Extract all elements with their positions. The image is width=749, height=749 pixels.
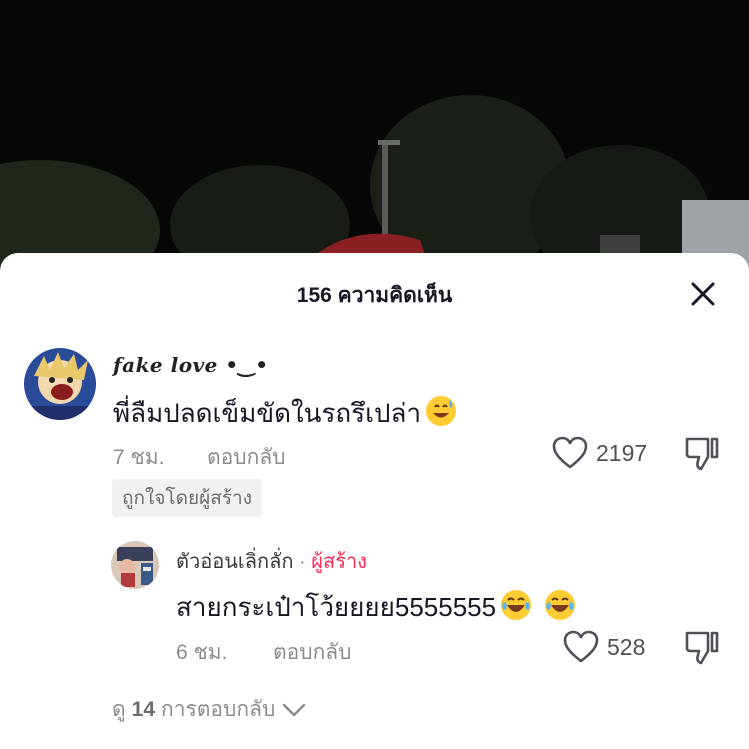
commenter-username[interactable]: fake love •‿• xyxy=(113,353,269,377)
thumbs-down-icon xyxy=(685,631,719,665)
comments-sheet: 156 ความคิดเห็น fake love •‿• พี่ลืมปลดเ… xyxy=(0,253,749,749)
separator-dot: · xyxy=(299,551,306,573)
reply-body: สายกระเป๋าโว้ยยยย5555555 xyxy=(176,592,497,622)
liked-by-creator-badge: ถูกใจโดยผู้สร้าง xyxy=(112,479,262,517)
heart-icon xyxy=(563,630,599,663)
reply-like-count: 528 xyxy=(607,633,646,660)
comment-time: 7 ชม. xyxy=(113,446,165,469)
reply-avatar[interactable] xyxy=(111,541,159,589)
reply-username-row: ตัวอ่อนเลิ่กลั่ก · ผู้สร้าง xyxy=(176,545,367,577)
comment-like-button[interactable]: 2197 xyxy=(552,435,647,471)
comment-reply-button[interactable]: ตอบกลับ xyxy=(207,441,286,474)
creator-label: ผู้สร้าง xyxy=(311,551,367,573)
chevron-down-icon xyxy=(283,703,306,716)
heart-icon xyxy=(552,436,588,469)
video-background xyxy=(0,0,749,270)
close-icon xyxy=(691,282,715,306)
grinning-sweat-emoji xyxy=(425,395,457,427)
reply-time: 6 ชม. xyxy=(176,641,228,664)
comment-text: พี่ลืมปลดเข็มขัดในรถรึเปล่า xyxy=(113,393,457,434)
view-replies-suffix: การตอบกลับ xyxy=(161,698,276,721)
reply-text: สายกระเป๋าโว้ยยยย5555555 xyxy=(176,587,576,628)
comments-count-title: 156 ความคิดเห็น xyxy=(296,284,453,307)
view-replies-prefix: ดู xyxy=(112,698,126,721)
tears-of-joy-emoji xyxy=(500,589,532,621)
reply-reply-button[interactable]: ตอบกลับ xyxy=(273,636,352,669)
thumbs-down-icon xyxy=(685,437,719,471)
view-replies-count: 14 xyxy=(131,697,155,721)
reply-like-button[interactable]: 528 xyxy=(563,629,645,665)
comment-body: พี่ลืมปลดเข็มขัดในรถรึเปล่า xyxy=(113,398,422,428)
reply-dislike-button[interactable] xyxy=(684,629,720,665)
sheet-header: 156 ความคิดเห็น xyxy=(0,253,749,331)
tears-of-joy-emoji xyxy=(544,589,576,621)
close-button[interactable] xyxy=(687,278,719,310)
comment-like-count: 2197 xyxy=(596,439,648,466)
comment-dislike-button[interactable] xyxy=(684,435,720,471)
commenter-avatar[interactable] xyxy=(24,348,96,420)
reply-username[interactable]: ตัวอ่อนเลิ่กลั่ก xyxy=(176,551,293,573)
view-more-replies-button[interactable]: ดู 14 การตอบกลับ xyxy=(112,693,307,726)
